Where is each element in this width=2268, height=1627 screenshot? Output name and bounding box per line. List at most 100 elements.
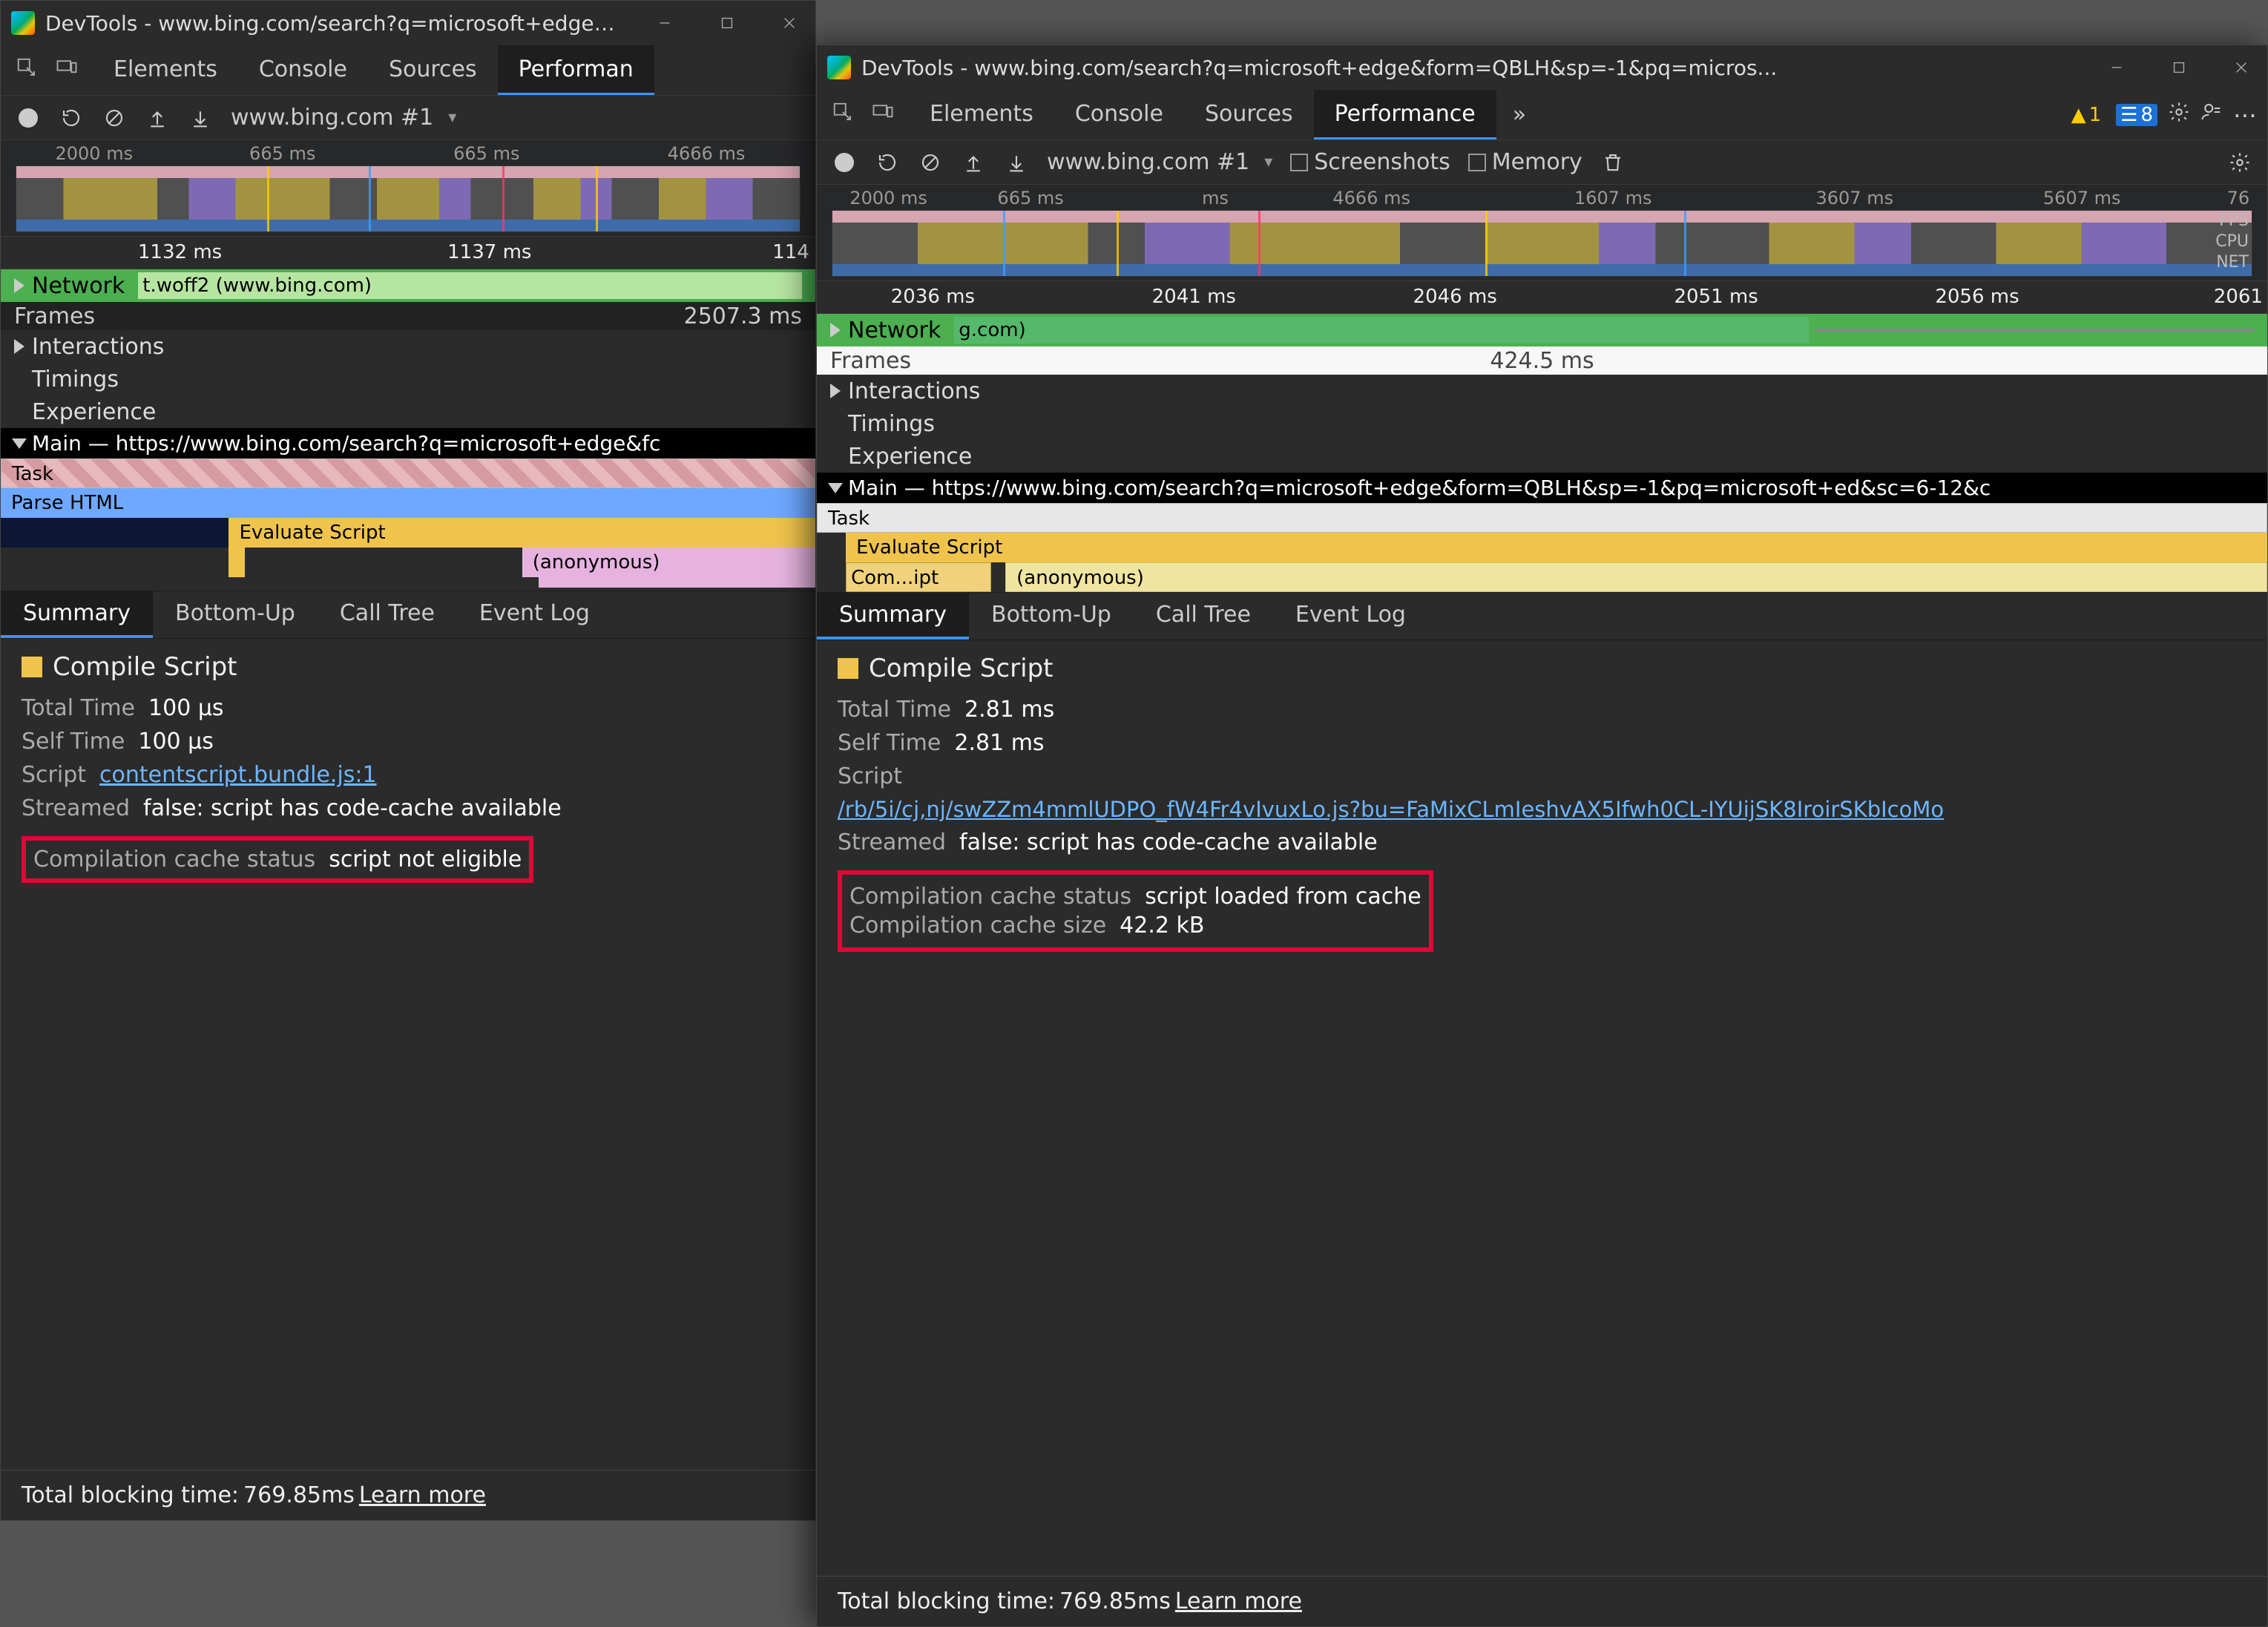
compilation-cache-status-value: script loaded from cache: [1145, 884, 1421, 910]
recording-dropdown-icon[interactable]: ▾: [448, 108, 456, 127]
issues-warning-badge[interactable]: ▲ 1: [2067, 104, 2106, 126]
details-tab-event-log[interactable]: Event Log: [457, 591, 612, 638]
experience-track[interactable]: Experience: [1, 395, 815, 428]
tab-console[interactable]: Console: [238, 45, 368, 95]
timings-track[interactable]: Timings: [817, 407, 2267, 440]
expand-icon[interactable]: [14, 278, 24, 293]
device-toolbar-icon[interactable]: [56, 56, 78, 85]
record-button[interactable]: [832, 150, 857, 175]
main-track-header[interactable]: Main — https://www.bing.com/search?q=mic…: [1, 428, 815, 458]
reload-record-button[interactable]: [875, 150, 900, 175]
devtools-app-icon: [11, 11, 35, 35]
more-tabs-button[interactable]: »: [1496, 90, 1542, 139]
interactions-track[interactable]: Interactions: [1, 330, 815, 363]
tab-elements[interactable]: Elements: [909, 90, 1054, 139]
expand-icon[interactable]: [830, 323, 841, 338]
details-tab-call-tree[interactable]: Call Tree: [318, 591, 457, 638]
interactions-track[interactable]: Interactions: [817, 375, 2267, 407]
tab-performance[interactable]: Performan: [498, 45, 654, 95]
flame-parse-html[interactable]: Parse HTML: [1, 488, 815, 518]
flame-evaluate-script[interactable]: Evaluate Script: [846, 533, 2267, 562]
flame-anonymous[interactable]: (anonymous): [1005, 562, 2267, 592]
self-time-label: Self Time: [22, 729, 125, 755]
learn-more-link[interactable]: Learn more: [359, 1482, 486, 1508]
timings-track[interactable]: Timings: [1, 363, 815, 395]
overview-lanes[interactable]: [16, 165, 801, 232]
flame-evaluate-script[interactable]: Evaluate Script: [229, 518, 815, 548]
collapse-icon[interactable]: [828, 483, 843, 493]
reload-record-button[interactable]: [59, 105, 84, 131]
network-track[interactable]: Network g.com): [817, 314, 2267, 346]
save-profile-button[interactable]: [188, 105, 213, 131]
main-track-header[interactable]: Main — https://www.bing.com/search?q=mic…: [817, 473, 2267, 503]
flame-task[interactable]: Task: [1, 458, 815, 488]
issues-info-badge[interactable]: ☰ 8: [2116, 104, 2157, 126]
details-tab-event-log[interactable]: Event Log: [1273, 593, 1428, 640]
flame-anonymous[interactable]: (anonymous): [522, 548, 815, 577]
collect-garbage-button[interactable]: [1600, 150, 1626, 175]
overview-lanes[interactable]: FPS CPU NET: [832, 210, 2252, 277]
details-tab-summary[interactable]: Summary: [817, 593, 969, 640]
feedback-icon[interactable]: [2200, 101, 2223, 129]
flame-ruler[interactable]: 2036 ms 2041 ms 2046 ms 2051 ms 2056 ms …: [817, 281, 2267, 314]
clear-button[interactable]: [918, 150, 943, 175]
network-label: Network: [848, 318, 941, 344]
clear-button[interactable]: [102, 105, 127, 131]
frames-track[interactable]: Frames 2507.3 ms: [1, 302, 815, 330]
details-tab-summary[interactable]: Summary: [1, 591, 153, 638]
window-maximize-button[interactable]: [701, 1, 753, 45]
flame-ruler[interactable]: 1132 ms 1137 ms 114: [1, 237, 815, 269]
network-bar[interactable]: t.woff2 (www.bing.com): [138, 272, 802, 299]
frames-track[interactable]: Frames 424.5 ms: [817, 346, 2267, 375]
tab-sources[interactable]: Sources: [1184, 90, 1314, 139]
script-link[interactable]: contentscript.bundle.js:1: [99, 762, 377, 788]
tab-console[interactable]: Console: [1054, 90, 1184, 139]
device-toolbar-icon[interactable]: [872, 101, 894, 129]
recording-dropdown-icon[interactable]: ▾: [1264, 153, 1272, 171]
flame-chart[interactable]: Task Evaluate Script Com...ipt (anonymou…: [817, 503, 2267, 592]
summary-swatch: [838, 658, 858, 679]
flame-task[interactable]: Task: [817, 503, 2267, 533]
titlebar[interactable]: DevTools - www.bing.com/search?q=microso…: [1, 1, 815, 45]
recording-title[interactable]: www.bing.com #1: [231, 105, 433, 131]
capture-settings-button[interactable]: [2227, 150, 2252, 175]
details-tab-bottom-up[interactable]: Bottom-Up: [969, 593, 1134, 640]
learn-more-link[interactable]: Learn more: [1175, 1588, 1302, 1614]
load-profile-button[interactable]: [145, 105, 170, 131]
checkbox-label: Screenshots: [1314, 149, 1450, 175]
expand-icon[interactable]: [830, 384, 841, 398]
record-button[interactable]: [16, 105, 41, 131]
script-link[interactable]: /rb/5i/cj,nj/swZZm4mmlUDPO_fW4Fr4vIvuxLo…: [838, 797, 1944, 822]
network-track[interactable]: Network t.woff2 (www.bing.com): [1, 269, 815, 302]
screenshots-checkbox[interactable]: Screenshots: [1290, 149, 1450, 175]
recording-title[interactable]: www.bing.com #1: [1047, 149, 1249, 175]
inspect-element-icon[interactable]: [16, 56, 38, 85]
tab-sources[interactable]: Sources: [368, 45, 498, 95]
window-minimize-button[interactable]: [639, 1, 691, 45]
window-close-button[interactable]: [2215, 45, 2267, 90]
details-tab-bottom-up[interactable]: Bottom-Up: [153, 591, 318, 638]
devtools-window-right: DevTools - www.bing.com/search?q=microso…: [816, 45, 2268, 1627]
titlebar[interactable]: DevTools - www.bing.com/search?q=microso…: [817, 45, 2267, 90]
network-bar[interactable]: g.com): [954, 317, 1808, 344]
memory-checkbox[interactable]: Memory: [1468, 149, 1582, 175]
window-close-button[interactable]: [763, 1, 815, 45]
tab-performance[interactable]: Performance: [1314, 90, 1496, 139]
collapse-icon[interactable]: [12, 438, 27, 449]
more-options-icon[interactable]: ⋯: [2233, 101, 2254, 129]
details-tab-call-tree[interactable]: Call Tree: [1134, 593, 1273, 640]
save-profile-button[interactable]: [1004, 150, 1029, 175]
timeline-overview[interactable]: 2000 ms 665 ms ms 4666 ms 1607 ms 3607 m…: [817, 185, 2267, 281]
experience-track[interactable]: Experience: [817, 440, 2267, 473]
timeline-overview[interactable]: 2000 ms 665 ms 665 ms 4666 ms: [1, 140, 815, 237]
blocking-time-footer: Total blocking time: 769.85ms Learn more: [817, 1576, 2267, 1626]
tab-elements[interactable]: Elements: [93, 45, 238, 95]
window-minimize-button[interactable]: [2091, 45, 2143, 90]
expand-icon[interactable]: [14, 339, 24, 354]
inspect-element-icon[interactable]: [832, 101, 854, 129]
flame-chart[interactable]: Task Parse HTML Evaluate Script (anonymo…: [1, 458, 815, 591]
settings-icon[interactable]: [2168, 101, 2190, 129]
load-profile-button[interactable]: [961, 150, 986, 175]
flame-compile-script[interactable]: Com...ipt: [846, 562, 991, 592]
window-maximize-button[interactable]: [2153, 45, 2205, 90]
